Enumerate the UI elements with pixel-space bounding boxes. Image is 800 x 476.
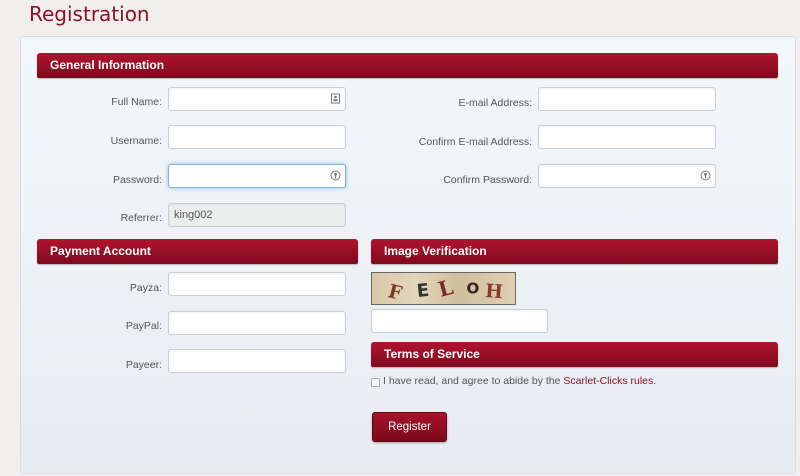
tos-rules-link[interactable]: Scarlet-Clicks rules — [563, 375, 653, 387]
agree-text: I have read, and agree to abide by the S… — [383, 375, 657, 387]
paypal-label: PayPal: — [125, 320, 162, 332]
svg-text:L: L — [436, 275, 457, 302]
terms-of-service-header: Terms of Service — [371, 342, 778, 367]
image-verification-header: Image Verification — [371, 239, 778, 264]
email-input[interactable] — [538, 87, 716, 111]
general-information-header: General Information — [37, 53, 778, 78]
confirm-email-label: Confirm E-mail Address: — [418, 136, 532, 148]
page-title: Registration — [29, 2, 150, 26]
referrer-label: Referrer: — [120, 212, 162, 224]
payment-account-header: Payment Account — [37, 239, 358, 264]
svg-text:F: F — [386, 280, 405, 304]
svg-text:H: H — [484, 280, 503, 303]
payza-input[interactable] — [168, 272, 346, 296]
username-input[interactable] — [168, 125, 346, 149]
payeer-label: Payeer: — [125, 359, 162, 371]
payeer-input[interactable] — [168, 349, 346, 373]
full-name-label: Full Name: — [111, 96, 162, 108]
password-input[interactable] — [168, 164, 346, 188]
key-icon — [700, 170, 711, 181]
svg-text:O: O — [467, 280, 480, 298]
contact-card-icon — [330, 93, 341, 104]
captcha-image: F E L O H — [371, 272, 516, 305]
register-button[interactable]: Register — [372, 412, 447, 442]
key-icon — [330, 170, 341, 181]
confirm-password-label: Confirm Password: — [443, 174, 532, 186]
email-label: E-mail Address: — [458, 97, 532, 109]
full-name-input[interactable] — [168, 87, 346, 111]
password-label: Password: — [112, 174, 162, 186]
referrer-input: king002 — [168, 203, 346, 227]
confirm-email-input[interactable] — [538, 125, 716, 149]
captcha-input[interactable] — [371, 309, 548, 333]
agree-checkbox[interactable] — [371, 378, 380, 387]
username-label: Username: — [110, 135, 162, 147]
payza-label: Payza: — [129, 282, 162, 294]
svg-text:E: E — [416, 280, 430, 302]
paypal-input[interactable] — [168, 311, 346, 335]
confirm-password-input[interactable] — [538, 164, 716, 188]
